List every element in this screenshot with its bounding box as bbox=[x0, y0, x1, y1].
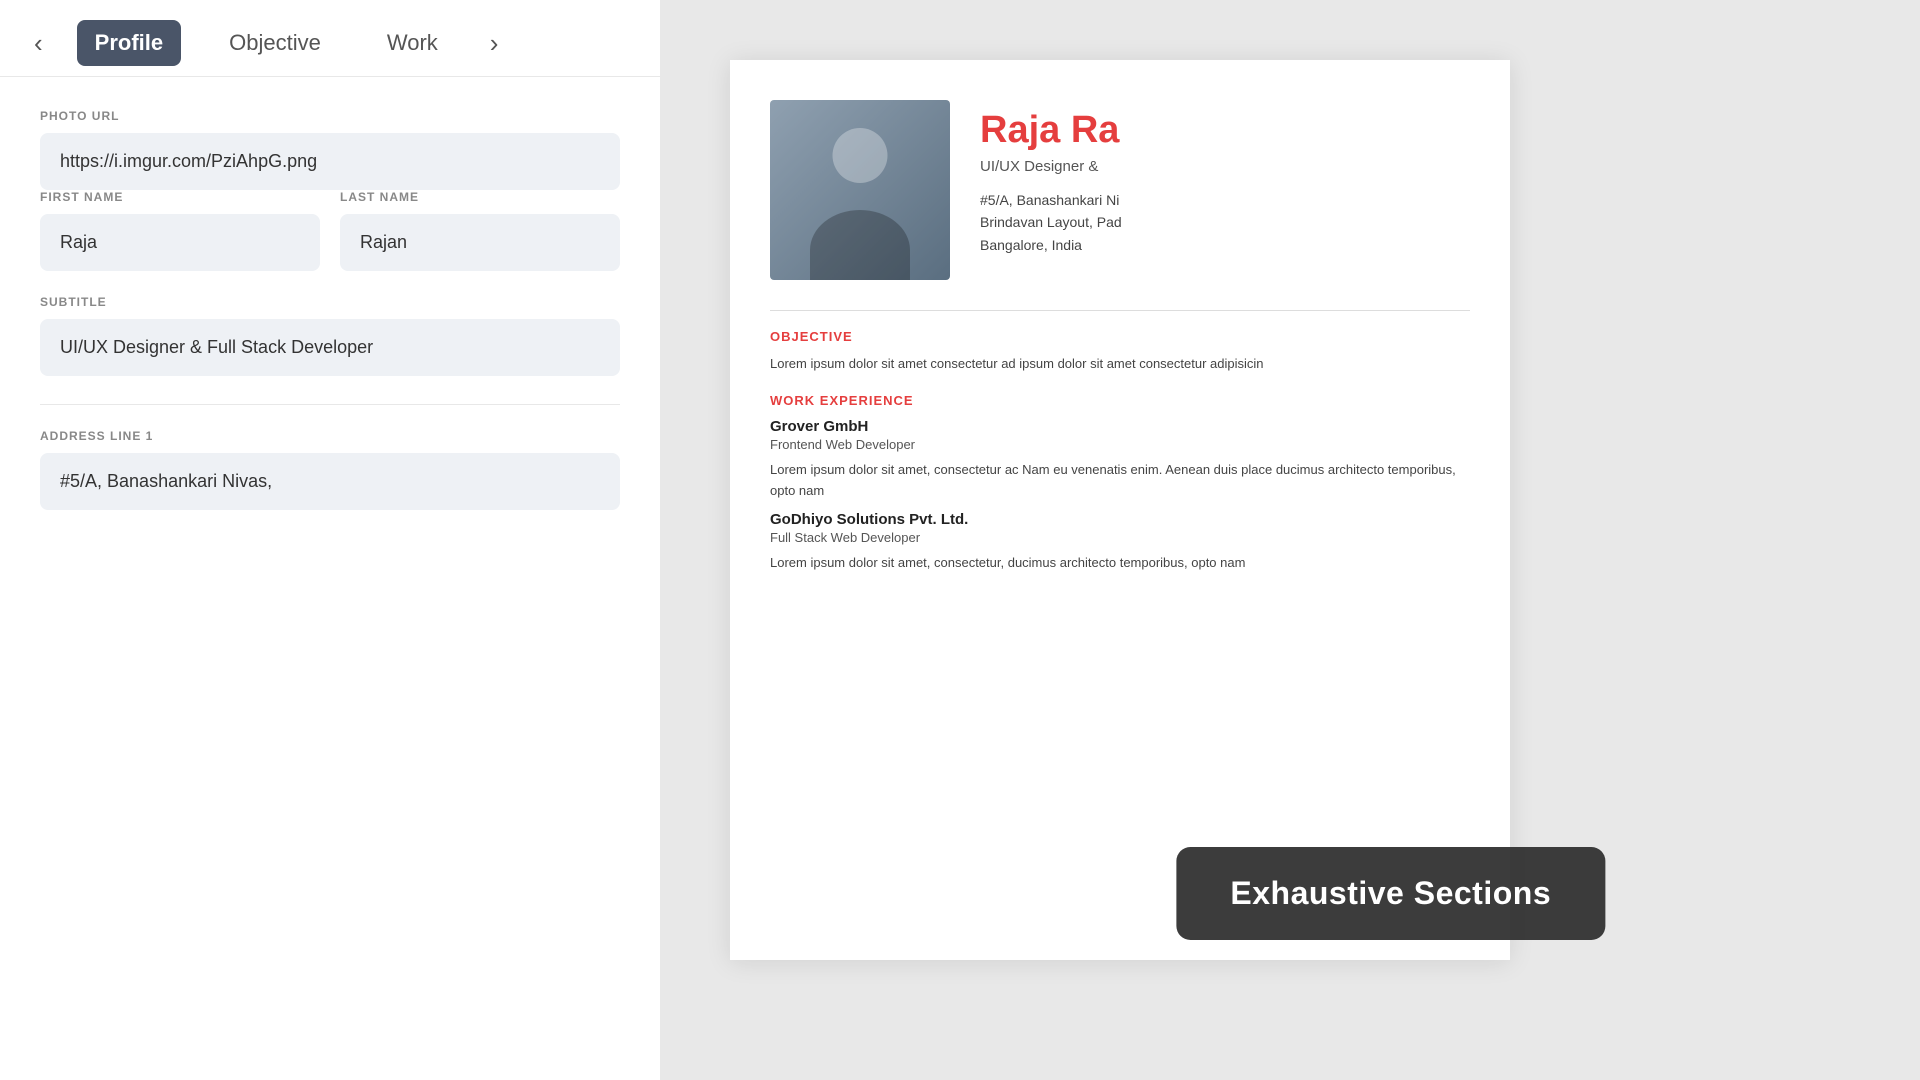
tab-profile[interactable]: Profile bbox=[77, 20, 181, 66]
first-name-input[interactable] bbox=[40, 214, 320, 271]
resume-name-block: Raja Ra UI/UX Designer & #5/A, Banashank… bbox=[980, 100, 1470, 256]
resume-header: Raja Ra UI/UX Designer & #5/A, Banashank… bbox=[770, 100, 1470, 280]
form-content: PHOTO URL FIRST NAME LAST NAME SUBTITLE … bbox=[0, 77, 660, 1080]
tab-objective[interactable]: Objective bbox=[211, 20, 339, 66]
job-item-0: Grover GmbH Frontend Web Developer Lorem… bbox=[770, 418, 1470, 502]
resume-preview: Raja Ra UI/UX Designer & #5/A, Banashank… bbox=[730, 60, 1510, 960]
job-0-company: Grover GmbH bbox=[770, 418, 1470, 435]
last-name-label: LAST NAME bbox=[340, 190, 620, 204]
resume-photo bbox=[770, 100, 950, 280]
prev-tab-button[interactable]: ‹ bbox=[30, 22, 47, 64]
last-name-col: LAST NAME bbox=[340, 190, 620, 271]
right-panel: Raja Ra UI/UX Designer & #5/A, Banashank… bbox=[690, 0, 1920, 1080]
form-divider bbox=[40, 404, 620, 405]
last-name-input[interactable] bbox=[340, 214, 620, 271]
tab-bar: ‹ Profile Objective Work › bbox=[0, 0, 660, 77]
resume-address-line2: Brindavan Layout, Pad bbox=[980, 211, 1470, 233]
job-item-1: GoDhiyo Solutions Pvt. Ltd. Full Stack W… bbox=[770, 511, 1470, 574]
subtitle-label: SUBTITLE bbox=[40, 295, 620, 309]
resume-address: #5/A, Banashankari Ni Brindavan Layout, … bbox=[980, 189, 1470, 256]
resume-subtitle-text: UI/UX Designer & bbox=[980, 158, 1470, 175]
resume-divider-1 bbox=[770, 310, 1470, 311]
job-0-role: Frontend Web Developer bbox=[770, 437, 1470, 452]
objective-title: OBJECTIVE bbox=[770, 329, 1470, 344]
objective-text: Lorem ipsum dolor sit amet consectetur a… bbox=[770, 354, 1470, 375]
job-0-description: Lorem ipsum dolor sit amet, consectetur … bbox=[770, 460, 1470, 502]
job-1-description: Lorem ipsum dolor sit amet, consectetur,… bbox=[770, 553, 1470, 574]
photo-url-input[interactable] bbox=[40, 133, 620, 190]
address-label: ADDRESS LINE 1 bbox=[40, 429, 620, 443]
toast-overlay: Exhaustive Sections bbox=[1176, 847, 1605, 940]
resume-address-line3: Bangalore, India bbox=[980, 234, 1470, 256]
name-row: FIRST NAME LAST NAME bbox=[40, 190, 620, 271]
job-1-company: GoDhiyo Solutions Pvt. Ltd. bbox=[770, 511, 1470, 528]
resume-name: Raja Ra bbox=[980, 110, 1470, 152]
first-name-label: FIRST NAME bbox=[40, 190, 320, 204]
left-panel: ‹ Profile Objective Work › PHOTO URL FIR… bbox=[0, 0, 660, 1080]
job-1-role: Full Stack Web Developer bbox=[770, 530, 1470, 545]
work-title: WORK EXPERIENCE bbox=[770, 393, 1470, 408]
subtitle-input[interactable] bbox=[40, 319, 620, 376]
photo-url-label: PHOTO URL bbox=[40, 109, 620, 123]
first-name-col: FIRST NAME bbox=[40, 190, 320, 271]
panel-gap bbox=[660, 0, 690, 1080]
resume-address-line1: #5/A, Banashankari Ni bbox=[980, 189, 1470, 211]
tab-work[interactable]: Work bbox=[369, 20, 456, 66]
address-input[interactable] bbox=[40, 453, 620, 510]
next-tab-button[interactable]: › bbox=[486, 22, 503, 64]
